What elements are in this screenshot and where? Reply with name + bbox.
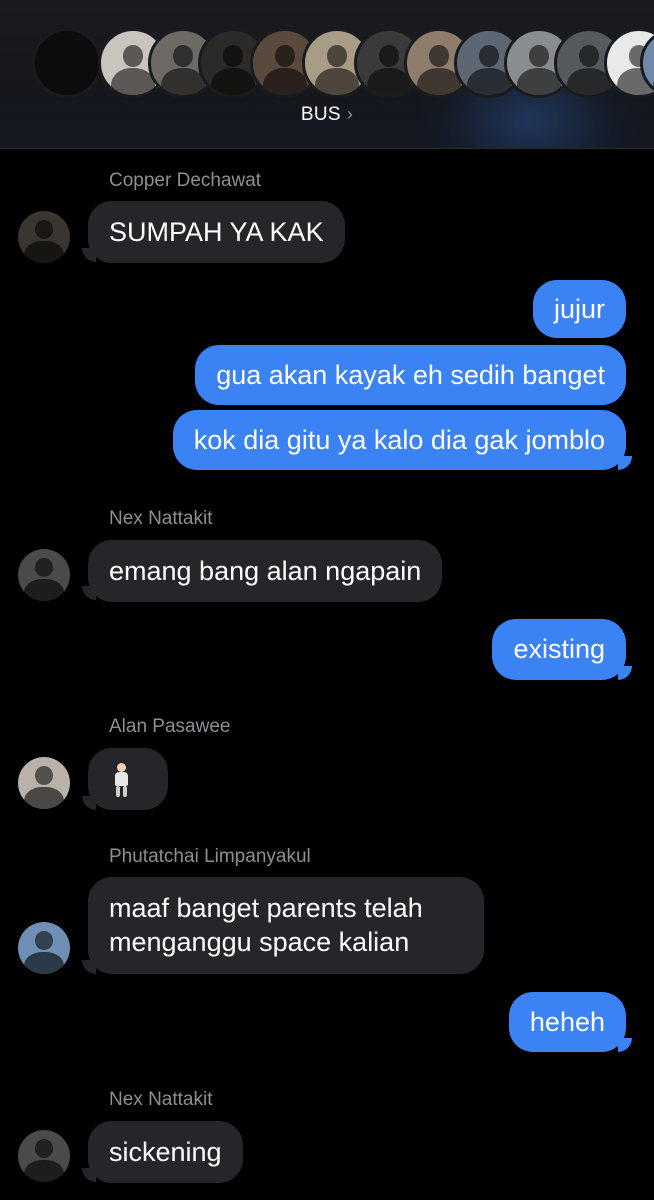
sender-avatar[interactable] — [18, 1130, 70, 1182]
sender-name: Copper Dechawat — [109, 170, 262, 191]
person-standing-emoji-icon — [113, 763, 129, 797]
incoming-emoji-bubble[interactable] — [88, 748, 168, 810]
sender-name: Nex Nattakit — [109, 1089, 213, 1110]
sender-name: Alan Pasawee — [109, 716, 231, 737]
outgoing-message-bubble[interactable]: existing — [492, 619, 626, 680]
incoming-message-bubble[interactable]: SUMPAH YA KAK — [88, 201, 345, 263]
incoming-message-bubble[interactable]: maaf banget parents telah menganggu spac… — [88, 877, 484, 974]
group-name-button[interactable]: BUS › — [0, 104, 654, 126]
sender-name: Nex Nattakit — [109, 508, 213, 529]
outgoing-message-bubble[interactable]: gua akan kayak eh sedih banget — [195, 345, 626, 405]
sender-avatar[interactable] — [18, 922, 70, 974]
message-line: maaf banget parents telah — [109, 893, 423, 923]
sender-avatar[interactable] — [18, 211, 70, 263]
group-avatar-row[interactable] — [0, 0, 654, 100]
conversation-header: BUS › — [0, 0, 654, 149]
sender-name: Phutatchai Limpanyakul — [109, 846, 311, 867]
sender-avatar[interactable] — [18, 757, 70, 809]
group-name-label: BUS — [300, 104, 341, 125]
message-line: menganggu space kalian — [109, 927, 410, 957]
incoming-message-bubble[interactable]: emang bang alan ngapain — [88, 540, 443, 602]
outgoing-message-bubble[interactable]: heheh — [508, 992, 626, 1052]
member-avatar — [32, 28, 102, 98]
outgoing-message-bubble[interactable]: jujur — [532, 280, 626, 338]
incoming-message-bubble[interactable]: sickening — [88, 1121, 243, 1183]
sender-avatar[interactable] — [18, 549, 70, 601]
outgoing-message-bubble[interactable]: kok dia gitu ya kalo dia gak jomblo — [172, 410, 626, 470]
chevron-right-icon: › — [346, 104, 354, 124]
